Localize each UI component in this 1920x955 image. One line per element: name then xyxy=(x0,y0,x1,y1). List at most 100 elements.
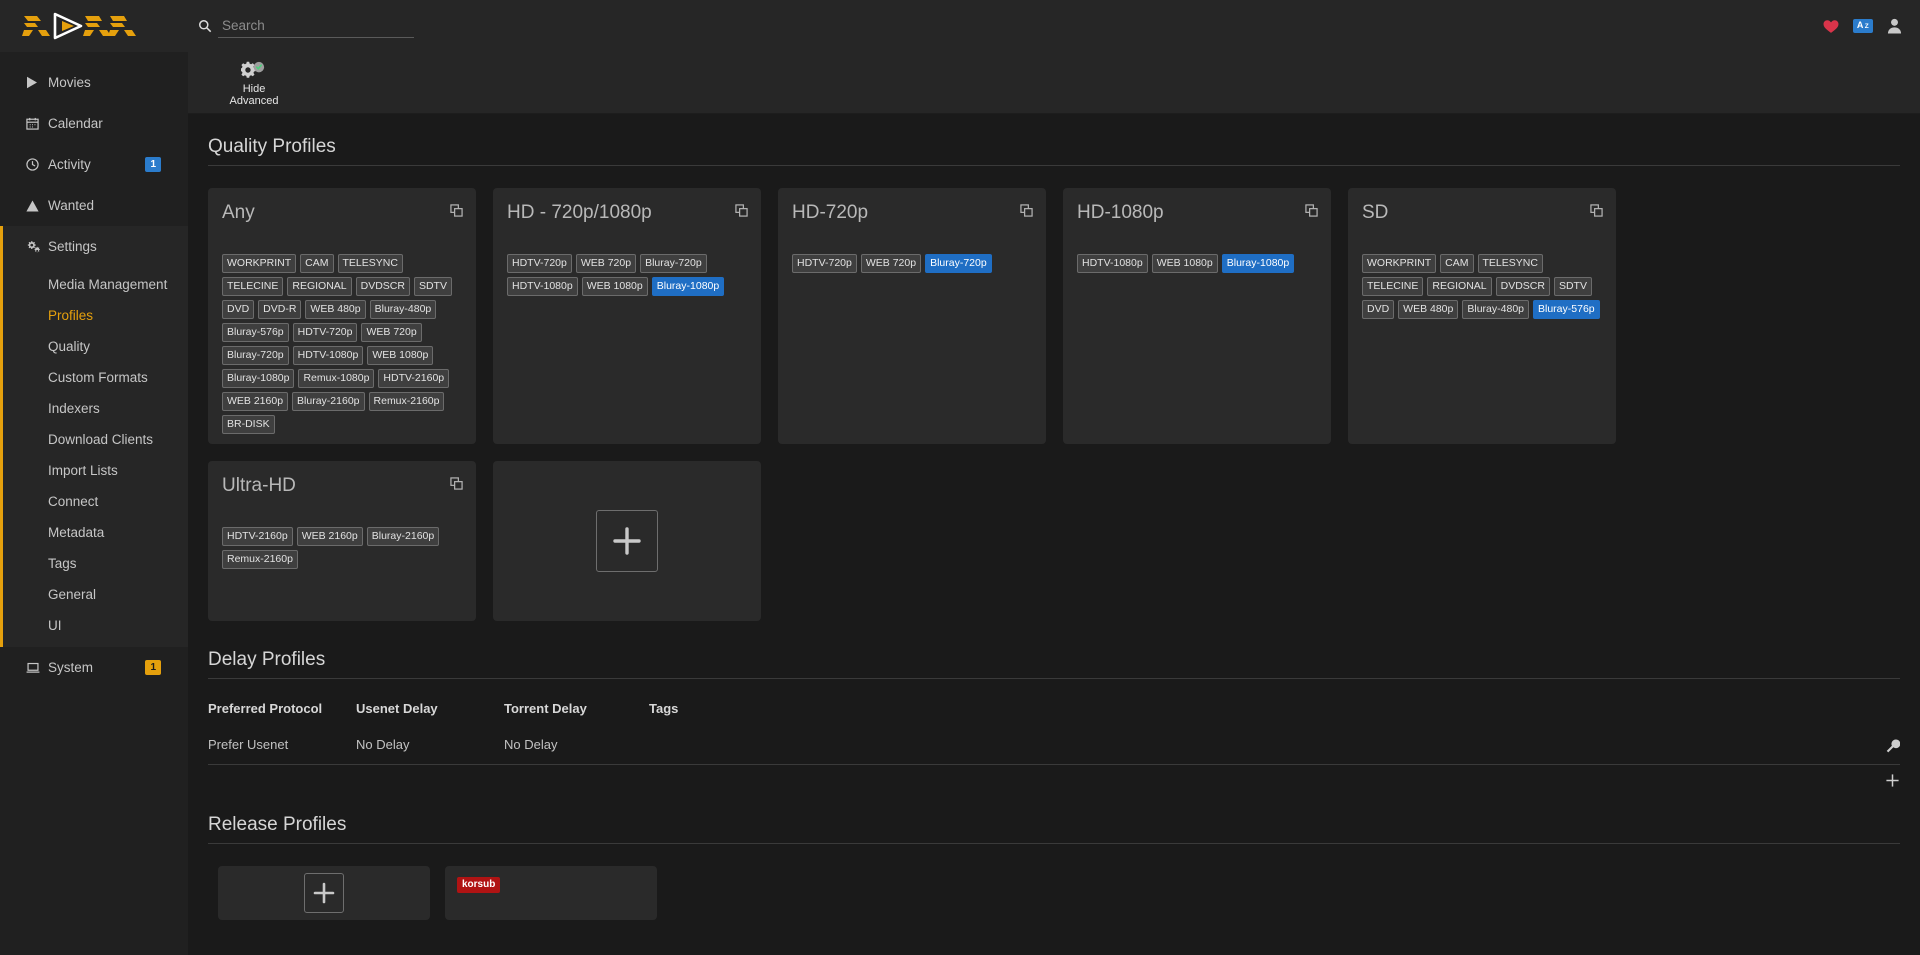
clone-icon[interactable] xyxy=(1305,204,1318,217)
quality-tag: HDTV-1080p xyxy=(507,277,578,296)
search-area xyxy=(192,0,414,52)
quality-tag: CAM xyxy=(1440,254,1474,273)
sidebar-item-ui[interactable]: UI xyxy=(0,610,188,641)
quality-tag: Remux-1080p xyxy=(298,369,375,388)
table-row[interactable]: Prefer Usenet No Delay No Delay xyxy=(208,730,1900,765)
plus-icon xyxy=(1886,774,1899,787)
sidebar-item-indexers[interactable]: Indexers xyxy=(0,393,188,424)
sidebar-item-wanted[interactable]: Wanted xyxy=(0,185,188,226)
sidebar-item-connect[interactable]: Connect xyxy=(0,486,188,517)
search-input[interactable] xyxy=(218,14,414,38)
hide-advanced-label: Hide Advanced xyxy=(230,83,279,108)
sidebar-item-label: Activity xyxy=(48,157,91,172)
sidebar-item-import-lists[interactable]: Import Lists xyxy=(0,455,188,486)
table-header-row: Preferred Protocol Usenet Delay Torrent … xyxy=(208,695,1900,730)
calendar-icon xyxy=(26,117,48,130)
a-z-icon[interactable]: AZ xyxy=(1852,19,1873,33)
quality-tag-list: WORKPRINT CAM TELESYNC TELECINE REGIONAL DVDS… xyxy=(1362,254,1602,319)
sidebar-item-metadata[interactable]: Metadata xyxy=(0,517,188,548)
sidebar-item-label: Movies xyxy=(48,75,91,90)
quality-tag: HDTV-2160p xyxy=(222,527,293,546)
quality-tag-list: WORKPRINT CAM TELESYNC TELECINE REGIONAL DVDS… xyxy=(222,254,462,434)
cell-torrent-delay: No Delay xyxy=(504,730,649,765)
quality-profile-name: Any xyxy=(222,202,255,223)
quality-profile-card[interactable]: HD-720p HDTV-720p WEB 720p Bluray-720p xyxy=(778,188,1046,444)
add-release-profile-button[interactable] xyxy=(218,866,430,920)
quality-tag: DVDSCR xyxy=(1495,277,1550,296)
quality-profile-name: HD-1080p xyxy=(1077,202,1164,223)
settings-subnav: Media Management Profiles Quality Custom… xyxy=(0,267,188,647)
quality-tag-list: HDTV-720p WEB 720p Bluray-720p xyxy=(792,254,1032,273)
quality-tag: HDTV-1080p xyxy=(292,346,364,365)
quality-tag: Bluray-2160p xyxy=(292,392,365,411)
app-logo[interactable] xyxy=(0,0,188,52)
sidebar-item-movies[interactable]: Movies xyxy=(0,62,188,103)
quality-tag: WEB 1080p xyxy=(1151,254,1218,273)
sidebar-item-calendar[interactable]: Calendar xyxy=(0,103,188,144)
quality-profile-name: HD-720p xyxy=(792,202,869,223)
column-tags: Tags xyxy=(649,701,679,716)
quality-tag-list: HDTV-2160p WEB 2160p Bluray-2160p Remux-216… xyxy=(222,527,462,569)
main-content: Hide Advanced Quality Profiles Any WORKPR… xyxy=(188,52,1920,955)
search-icon[interactable] xyxy=(192,19,218,33)
quality-tag: TELESYNC xyxy=(337,254,403,273)
clone-icon[interactable] xyxy=(735,204,748,217)
heart-icon[interactable] xyxy=(1823,19,1839,34)
quality-profile-card[interactable]: Ultra-HD HDTV-2160p WEB 2160p Bluray-2160p R… xyxy=(208,461,476,621)
quality-tag-list: HDTV-1080p WEB 1080p Bluray-1080p xyxy=(1077,254,1317,273)
quality-tag: SDTV xyxy=(1553,277,1592,296)
add-quality-profile-button[interactable] xyxy=(493,461,761,621)
quality-tag: Remux-2160p xyxy=(222,550,298,569)
quality-tag-list: HDTV-720p WEB 720p Bluray-720p HDTV-1080p WE… xyxy=(507,254,747,296)
quality-tag: Bluray-480p xyxy=(369,300,437,319)
quality-tag: DVD xyxy=(222,300,255,319)
delay-profiles-table: Preferred Protocol Usenet Delay Torrent … xyxy=(208,695,1900,765)
quality-tag: WEB 1080p xyxy=(367,346,434,365)
clone-icon[interactable] xyxy=(1590,204,1603,217)
quality-tag: WEB 720p xyxy=(575,254,637,273)
sidebar-item-profiles[interactable]: Profiles xyxy=(0,300,188,331)
quality-tag: DVD-R xyxy=(258,300,302,319)
add-delay-profile-button[interactable] xyxy=(208,765,1900,792)
quality-profile-card[interactable]: Any WORKPRINT CAM TELESYNC TELECINE REGIONAL D… xyxy=(208,188,476,444)
sidebar-item-tags[interactable]: Tags xyxy=(0,548,188,579)
quality-tag: WORKPRINT xyxy=(1362,254,1437,273)
laptop-icon xyxy=(26,662,48,674)
hide-advanced-button[interactable]: Hide Advanced xyxy=(212,58,296,108)
quality-tag: Remux-2160p xyxy=(368,392,445,411)
release-profile-card[interactable]: korsub xyxy=(445,866,657,920)
quality-profile-card[interactable]: HD - 720p/1080p HDTV-720p WEB 720p Bluray-7… xyxy=(493,188,761,444)
quality-tag: TELECINE xyxy=(222,277,284,296)
sort-letter-z: Z xyxy=(1864,23,1869,31)
quality-tag: CAM xyxy=(300,254,334,273)
quality-profile-name: SD xyxy=(1362,202,1389,223)
sidebar-item-settings[interactable]: Settings xyxy=(0,226,188,267)
sidebar-item-system[interactable]: System 1 xyxy=(0,647,188,688)
sidebar-item-download-clients[interactable]: Download Clients xyxy=(0,424,188,455)
quality-tag: WEB 480p xyxy=(1398,300,1459,319)
hide-advanced-line1: Hide xyxy=(242,82,266,95)
clone-icon[interactable] xyxy=(1020,204,1033,217)
sidebar-item-activity[interactable]: Activity 1 xyxy=(0,144,188,185)
sidebar-item-media-management[interactable]: Media Management xyxy=(0,269,188,300)
sidebar-item-custom-formats[interactable]: Custom Formats xyxy=(0,362,188,393)
hide-advanced-line2: Advanced xyxy=(229,95,279,107)
quality-profile-card[interactable]: SD WORKPRINT CAM TELESYNC TELECINE REGIONAL DV… xyxy=(1348,188,1616,444)
delay-profiles-wrap: Preferred Protocol Usenet Delay Torrent … xyxy=(208,695,1901,792)
quality-tag: Bluray-480p xyxy=(1462,300,1529,319)
release-profiles-title: Release Profiles xyxy=(208,792,1900,844)
quality-tag: WEB 720p xyxy=(361,323,422,342)
quality-tag-cutoff: Bluray-576p xyxy=(1533,300,1600,319)
quality-profile-card[interactable]: HD-1080p HDTV-1080p WEB 1080p Bluray-1080p xyxy=(1063,188,1331,444)
user-icon[interactable] xyxy=(1887,18,1902,34)
plus-icon xyxy=(304,873,344,913)
sidebar-item-general[interactable]: General xyxy=(0,579,188,610)
quality-tag: Bluray-720p xyxy=(640,254,707,273)
alert-triangle-icon xyxy=(26,200,48,212)
settings-content: Quality Profiles Any WORKPRINT CAM TELESYNC… xyxy=(188,114,1920,920)
clone-icon[interactable] xyxy=(450,477,463,490)
sidebar-item-quality[interactable]: Quality xyxy=(0,331,188,362)
quality-tag: Bluray-720p xyxy=(222,346,289,365)
wrench-icon[interactable] xyxy=(1886,739,1901,758)
clone-icon[interactable] xyxy=(450,204,463,217)
